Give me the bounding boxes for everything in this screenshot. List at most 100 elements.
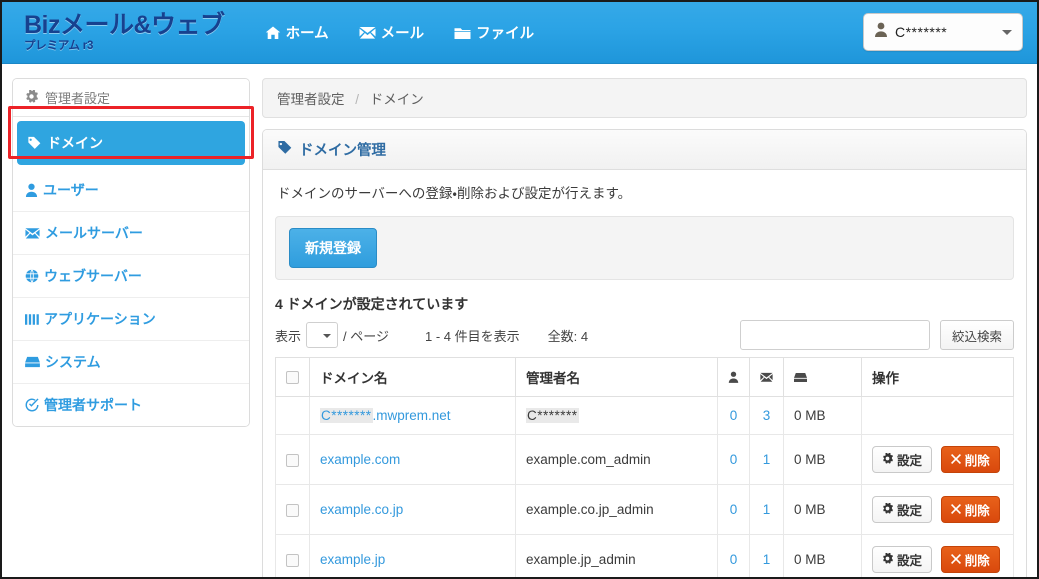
settings-button-label: 設定 [897,454,923,468]
breadcrumb-separator: / [355,92,360,107]
brand-title: Bizメール&ウェブ [24,10,225,39]
users-count-link[interactable]: 0 [730,552,738,567]
column-admin-name: 管理者名 [515,357,718,397]
row-checkbox[interactable] [286,503,299,517]
delete-button[interactable]: 削除 [940,546,1000,573]
row-domain-cell: example.com [308,434,517,485]
mail-count-link[interactable]: 1 [763,502,771,517]
mail-count-link[interactable]: 3 [763,408,771,423]
chevron-down-icon [1002,29,1012,35]
nav-item-mail[interactable]: メール [359,22,424,43]
delete-button[interactable]: 削除 [940,446,1000,473]
column-actions: 操作 [861,357,1014,397]
sidebar-item-webserver[interactable]: ウェブサーバー [13,255,249,298]
showing-range-label: 1 - 4 件目を表示 [424,328,520,344]
row-users-cell: 0 [717,484,750,535]
grid-icon [25,313,39,326]
panel-title: ドメイン管理 [299,143,386,159]
sidebar-item-user[interactable]: ユーザー [13,169,249,212]
select-all-checkbox[interactable] [286,371,299,385]
row-domain-cell: C*******.mwprem.net [308,396,517,435]
main-content: 管理者設定 / ドメイン ドメイン管理 ドメインのサーバーへの登録・削除および設… [262,78,1027,577]
sidebar-header-label: 管理者設定 [45,91,111,106]
row-checkbox[interactable] [286,453,299,467]
users-count-link[interactable]: 0 [730,408,738,423]
nav-item-home[interactable]: ホーム [265,22,329,43]
search-input[interactable] [739,320,930,350]
row-mail-cell: 1 [749,484,784,535]
table-row: C*******.mwprem.net C******* 0 3 0 MB [275,396,1014,435]
mail-count-link[interactable]: 1 [763,452,771,467]
sidebar-item-label-application: アプリケーション [44,311,156,327]
row-disk-cell: 0 MB [783,434,862,485]
breadcrumb-parent[interactable]: 管理者設定 [277,92,345,107]
gear-icon [882,502,893,517]
folder-icon [454,26,471,40]
user-menu-button[interactable]: C******* [863,13,1023,51]
nav-label-home: ホーム [285,26,329,42]
settings-button[interactable]: 設定 [872,446,933,473]
settings-button[interactable]: 設定 [872,496,933,523]
domain-table-body: C*******.mwprem.net C******* 0 3 0 MB ex… [275,396,1014,577]
users-count-link[interactable]: 0 [730,452,738,467]
column-users [717,357,750,397]
sidebar-item-application[interactable]: アプリケーション [13,298,249,341]
sidebar-item-label-mailserver: メールサーバー [45,225,143,241]
sidebar-item-mailserver[interactable]: メールサーバー [13,212,249,255]
per-page-select[interactable] [306,322,339,348]
envelope-icon [25,227,40,240]
row-actions-cell: 設定 削除 [861,534,1014,577]
settings-button-label: 設定 [897,554,923,568]
sidebar-item-system[interactable]: システム [13,341,249,384]
column-mailboxes [749,357,784,397]
domain-table: ドメイン名 管理者名 操作 C*******.mwprem.net C*****… [275,357,1014,577]
table-controls: 表示 / ページ 1 - 4 件目を表示 全数: 4 絞込検索 [263,320,1026,357]
row-disk-cell: 0 MB [783,534,862,577]
row-domain-cell: example.co.jp [308,484,517,535]
row-users-cell: 0 [717,396,750,435]
domain-link[interactable]: example.com [320,452,400,467]
sidebar-item-label-admin-support: 管理者サポート [44,397,142,413]
domain-link[interactable]: example.co.jp [320,502,403,517]
domain-count-text: 4 ドメインが設定されています [275,296,469,312]
sidebar-item-label-webserver: ウェブサーバー [44,268,142,284]
brand-subtitle: プレミアム r3 [24,39,94,52]
nav-item-file[interactable]: ファイル [454,22,534,43]
nav-label-file: ファイル [476,26,535,42]
per-page-label: 表示 [275,328,302,344]
domain-management-panel: ドメイン管理 ドメインのサーバーへの登録・削除および設定が行えます。 新規登録 … [262,129,1027,577]
domain-link[interactable]: C*******.mwprem.net [320,408,451,423]
domain-link[interactable]: example.jp [320,552,385,567]
row-actions-cell: 設定 削除 [861,484,1014,535]
users-count-link[interactable]: 0 [730,502,738,517]
gear-icon [882,552,893,567]
delete-button-label: 削除 [964,454,990,468]
row-select-cell [275,534,310,577]
row-checkbox[interactable] [286,553,299,567]
settings-button-label: 設定 [897,504,923,518]
delete-button[interactable]: 削除 [940,496,1000,523]
mail-count-link[interactable]: 1 [763,552,771,567]
row-mail-cell: 1 [749,434,784,485]
row-actions-cell: 設定 削除 [861,434,1014,485]
sidebar-item-domain[interactable]: ドメイン [17,121,245,165]
sidebar-item-admin-support[interactable]: 管理者サポート [13,384,249,426]
envelope-icon [760,372,773,383]
sidebar-item-label-domain: ドメイン [47,135,103,151]
settings-button[interactable]: 設定 [872,546,933,573]
brand-logo[interactable]: Bizメール&ウェブ プレミアム r3 [24,10,225,53]
table-row: example.co.jp example.co.jp_admin 0 1 0 … [275,484,1014,535]
row-admin-cell: example.co.jp_admin [515,484,718,535]
close-icon [950,453,961,467]
person-icon [25,183,38,197]
filter-search-button[interactable]: 絞込検索 [939,320,1014,350]
sidebar: 管理者設定 ドメイン ユーザー メールサーバー ウェブサーバー アプリケーション… [12,78,250,427]
globe-icon [25,269,39,283]
row-disk-cell: 0 MB [783,396,862,435]
domain-masked-text: C******* [320,408,373,423]
new-registration-button[interactable]: 新規登録 [289,228,377,268]
person-icon [728,371,739,383]
tag-icon [27,136,42,150]
check-circle-icon [25,398,39,412]
panel-header: ドメイン管理 [263,130,1026,170]
